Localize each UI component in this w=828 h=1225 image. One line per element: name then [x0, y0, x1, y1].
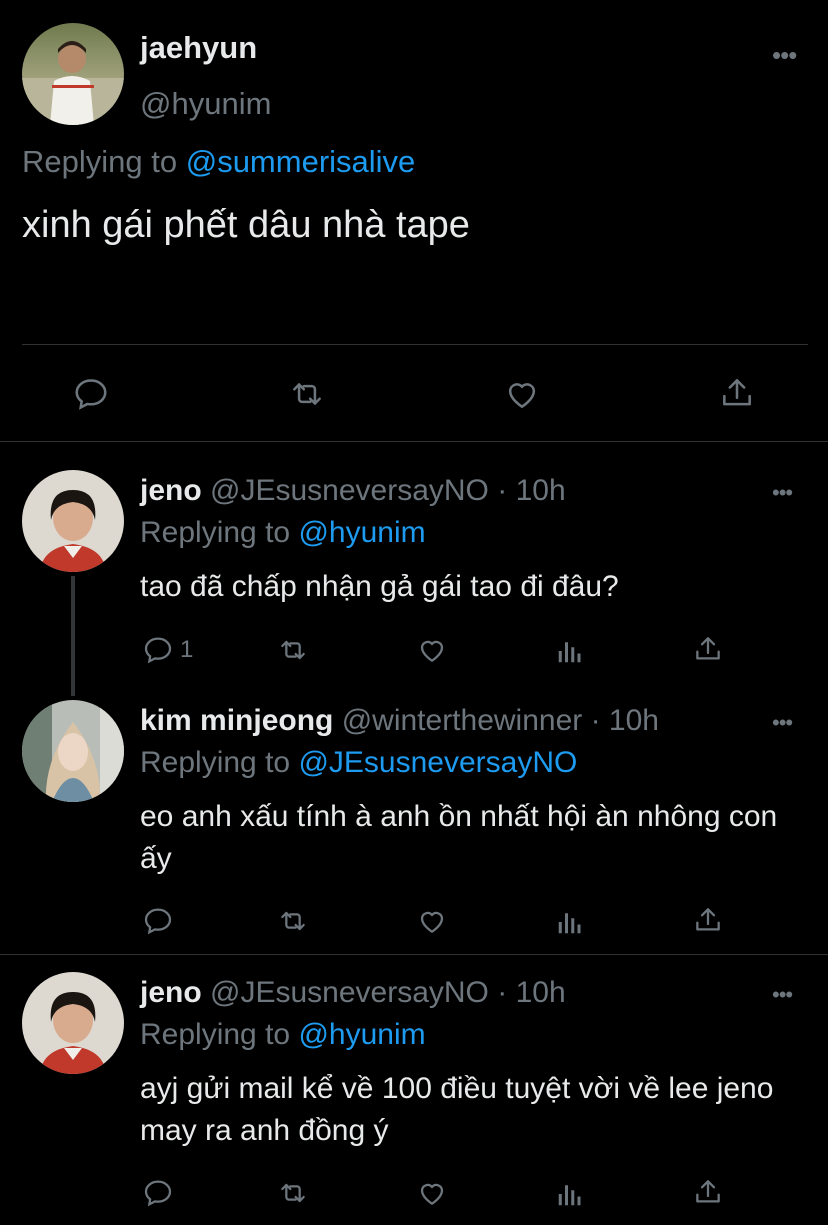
divider [22, 344, 808, 345]
tweet-text: eo anh xấu tính à anh ồn nhất hội àn nhô… [140, 800, 778, 875]
more-options-icon[interactable]: ••• [772, 984, 793, 1006]
reply-icon[interactable] [72, 375, 110, 418]
reply-header: jeno @JEsusneversayNO · 10h [140, 976, 566, 1010]
tweet-text: ayj gửi mail kể về 100 điều tuyệt vời về… [140, 1072, 774, 1147]
avatar[interactable] [22, 23, 124, 125]
replying-to-line: Replying to @summerisalive [22, 144, 415, 180]
retweet-icon[interactable] [287, 375, 327, 418]
tweet-text: tao đã chấp nhận gả gái tao đi đâu? [140, 570, 619, 603]
replying-to-line: Replying to @JEsusneversayNO [140, 746, 577, 780]
replying-to-link[interactable]: @summerisalive [186, 144, 416, 179]
like-icon[interactable] [415, 905, 449, 942]
timestamp[interactable]: · 10h [591, 704, 659, 737]
analytics-icon[interactable] [555, 636, 585, 671]
replying-to-link[interactable]: @hyunim [298, 516, 425, 549]
retweet-icon[interactable] [276, 634, 310, 671]
author-name[interactable]: jaehyun [140, 30, 257, 66]
avatar[interactable] [22, 470, 124, 572]
more-options-icon[interactable]: ••• [772, 712, 793, 734]
author-handle[interactable]: @winterthewinner [342, 704, 583, 737]
reply-icon [144, 637, 172, 664]
replying-prefix: Replying to [140, 516, 299, 549]
like-icon[interactable] [502, 375, 542, 418]
timestamp[interactable]: · 10h [497, 976, 565, 1009]
reply-header: jeno @JEsusneversayNO · 10h [140, 474, 566, 508]
author-handle[interactable]: @hyunim [140, 86, 271, 122]
more-options-icon[interactable]: ••• [772, 482, 793, 504]
divider [0, 441, 828, 442]
reply-button[interactable]: 1 [142, 634, 193, 666]
like-icon[interactable] [415, 1177, 449, 1214]
author-handle[interactable]: @JEsusneversayNO [210, 474, 489, 507]
more-options-icon[interactable]: ••• [772, 42, 797, 68]
replying-to-link[interactable]: @hyunim [298, 1018, 425, 1051]
avatar[interactable] [22, 700, 124, 802]
replying-prefix: Replying to [22, 144, 186, 179]
like-icon[interactable] [415, 634, 449, 671]
tweet-text: xinh gái phết dâu nhà tape [22, 204, 470, 246]
retweet-icon[interactable] [276, 905, 310, 942]
reply-icon[interactable] [142, 905, 174, 942]
replying-prefix: Replying to [140, 746, 299, 779]
analytics-icon[interactable] [555, 1179, 585, 1214]
retweet-icon[interactable] [276, 1177, 310, 1214]
share-icon[interactable] [692, 632, 724, 671]
analytics-icon[interactable] [555, 907, 585, 942]
share-icon[interactable] [692, 1175, 724, 1214]
share-icon[interactable] [692, 903, 724, 942]
replying-to-line: Replying to @hyunim [140, 516, 426, 550]
reply-header: kim minjeong @winterthewinner · 10h [140, 704, 659, 738]
thread-connector [71, 576, 75, 696]
replying-to-line: Replying to @hyunim [140, 1018, 426, 1052]
divider [0, 954, 828, 955]
reply-icon[interactable] [142, 1177, 174, 1214]
reply-count: 1 [180, 636, 194, 663]
replying-prefix: Replying to [140, 1018, 299, 1051]
author-handle[interactable]: @JEsusneversayNO [210, 976, 489, 1009]
author-name[interactable]: jeno [140, 976, 202, 1009]
replying-to-link[interactable]: @JEsusneversayNO [298, 746, 577, 779]
timestamp[interactable]: · 10h [497, 474, 565, 507]
share-icon[interactable] [718, 373, 756, 418]
author-name[interactable]: jeno [140, 474, 202, 507]
author-name[interactable]: kim minjeong [140, 704, 333, 737]
avatar[interactable] [22, 972, 124, 1074]
